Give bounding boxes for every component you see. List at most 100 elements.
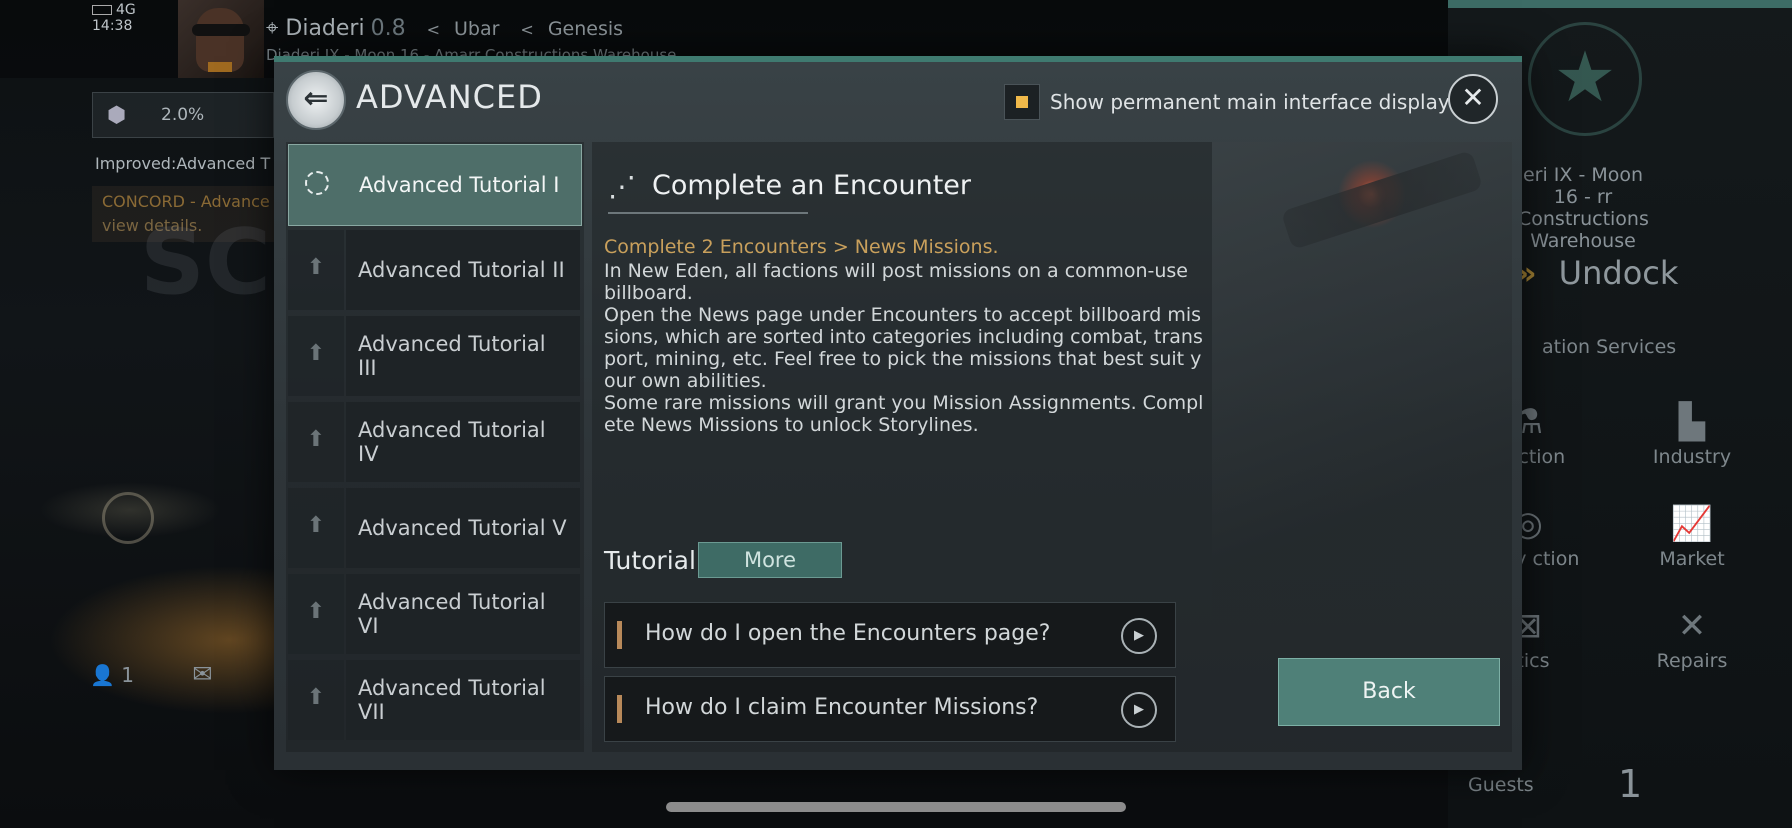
region-name: Ubar <box>454 18 500 40</box>
tutorial-label: Advanced Tutorial III <box>358 332 546 380</box>
tutorial-label-cell: Advanced Tutorial II <box>346 230 580 310</box>
station-name: eri IX - Moon 16 - rr Constructions Ware… <box>1518 164 1649 252</box>
service-tile-market[interactable]: 📈 Market <box>1632 504 1752 570</box>
dialog-title: ADVANCED <box>356 78 543 116</box>
more-button[interactable]: More <box>698 542 842 578</box>
station-panel-accent <box>1448 0 1792 8</box>
permanent-display-toggle[interactable]: Show permanent main interface display <box>1004 84 1450 120</box>
contacts-icon[interactable]: 👤 <box>90 663 115 687</box>
advanced-tutorial-dialog: ⇐ ADVANCED Show permanent main interface… <box>274 56 1522 770</box>
undock-button[interactable]: » Undock <box>1516 254 1678 292</box>
tutorial-label-cell: Advanced Tutorial V <box>346 488 580 568</box>
faq-item[interactable]: How do I claim Encounter Missions? ▶ <box>604 676 1176 742</box>
service-tile-repairs[interactable]: ✕ Repairs <box>1632 606 1752 672</box>
bottom-hud: 👤 1 ✉ <box>90 660 212 688</box>
service-tile-label: Industry <box>1652 446 1732 468</box>
tutorial-label: Advanced Tutorial V <box>358 516 567 540</box>
faq-question: How do I open the Encounters page? <box>645 621 1051 646</box>
description-text: In New Eden, all factions will post miss… <box>604 260 1204 436</box>
tutorial-item[interactable]: ⬆ Advanced Tutorial VI <box>288 574 580 654</box>
tutorial-content: ⋰ Complete an Encounter Complete 2 Encou… <box>592 142 1512 752</box>
permanent-display-label: Show permanent main interface display <box>1050 90 1450 114</box>
back-arrow-button[interactable]: ⇐ <box>286 70 346 130</box>
tutorial-list: Advanced Tutorial I ⬆ Advanced Tutorial … <box>286 142 584 752</box>
tutorial-status-cell: ⬆ <box>288 316 344 396</box>
tutorial-item[interactable]: ⬆ Advanced Tutorial III <box>288 316 580 396</box>
title-underline <box>608 212 808 214</box>
tutorial-section-label: Tutorial <box>604 546 696 575</box>
chevron-left-icon: < <box>426 20 440 39</box>
close-icon: ✕ <box>1461 81 1485 114</box>
battery-icon <box>92 5 112 15</box>
avatar-collar <box>208 62 232 72</box>
back-arrow-icon: ⇐ <box>303 81 329 116</box>
play-icon[interactable]: ▶ <box>1121 692 1157 728</box>
content-title: Complete an Encounter <box>652 170 972 201</box>
tutorial-item[interactable]: ⬆ Advanced Tutorial VII <box>288 660 580 740</box>
tutorial-status-cell: ⬆ <box>288 402 344 482</box>
factory-icon: ▙ <box>1678 402 1706 442</box>
network-label: 4G <box>116 2 136 18</box>
objective-text: Complete 2 Encounters > News Missions. <box>604 236 999 258</box>
clock: 14:38 <box>92 18 133 34</box>
encounter-network-icon: ⋰ <box>608 170 636 203</box>
wrench-icon: ✕ <box>1677 606 1707 646</box>
status-bar: 4G 14:38 <box>92 2 136 34</box>
tutorial-label: Advanced Tutorial II <box>358 258 565 282</box>
cargo-stat[interactable]: ⬢ 2.0% <box>92 92 274 138</box>
spaceship-silhouette <box>1280 150 1484 250</box>
tutorial-item[interactable]: ⬆ Advanced Tutorial IV <box>288 402 580 482</box>
location-breadcrumb[interactable]: ⌖ Diaderi 0.8 < Ubar < Genesis <box>266 16 623 41</box>
guests-count: 1 <box>1618 762 1643 806</box>
locked-icon: ⬆ <box>306 513 326 538</box>
area-name: Genesis <box>547 18 624 40</box>
service-tile-label: Repairs <box>1656 650 1728 672</box>
chevron-left-icon: < <box>520 20 534 39</box>
tutorial-label: Advanced Tutorial VI <box>358 590 546 638</box>
avatar[interactable] <box>178 0 264 78</box>
background-text: SC <box>140 210 271 315</box>
tutorial-status-cell: ⬆ <box>288 660 344 740</box>
faq-item[interactable]: How do I open the Encounters page? ▶ <box>604 602 1176 668</box>
permanent-display-checkbox[interactable] <box>1004 84 1040 120</box>
map-pin-icon: ⌖ <box>266 16 279 41</box>
tutorial-label-cell: Advanced Tutorial VII <box>346 660 580 740</box>
in-progress-icon <box>305 171 329 195</box>
tutorial-item[interactable]: Advanced Tutorial I <box>288 144 582 226</box>
back-button[interactable]: Back <box>1278 658 1500 726</box>
faq-question: How do I claim Encounter Missions? <box>645 695 1039 720</box>
service-tile-industry[interactable]: ▙ Industry <box>1632 402 1752 468</box>
tutorial-item[interactable]: ⬆ Advanced Tutorial V <box>288 488 580 568</box>
tutorial-label-cell: Advanced Tutorial III <box>346 316 580 396</box>
close-button[interactable]: ✕ <box>1448 74 1498 124</box>
tutorial-label: Advanced Tutorial I <box>359 173 560 197</box>
security-status: 0.8 <box>370 16 406 41</box>
tutorial-label-cell: Advanced Tutorial VI <box>346 574 580 654</box>
concord-line-1: CONCORD - Advance <box>102 192 270 211</box>
locked-icon: ⬆ <box>306 341 326 366</box>
cargo-value: 2.0% <box>161 105 205 125</box>
avatar-goggles <box>192 24 250 36</box>
tutorial-status-cell: ⬆ <box>288 574 344 654</box>
faq-accent-bar <box>617 695 622 723</box>
tutorial-status-cell <box>289 145 345 225</box>
home-indicator[interactable] <box>666 802 1126 812</box>
undock-label: Undock <box>1558 254 1679 292</box>
faction-emblem-icon: ★ <box>1528 22 1642 136</box>
cube-icon: ⬢ <box>107 103 127 128</box>
tutorial-status-cell: ⬆ <box>288 230 344 310</box>
tutorial-label-cell: Advanced Tutorial I <box>347 145 581 225</box>
locked-icon: ⬆ <box>306 599 326 624</box>
tutorial-item[interactable]: ⬆ Advanced Tutorial II <box>288 230 580 310</box>
locked-icon: ⬆ <box>306 255 326 280</box>
contacts-count: 1 <box>121 663 134 687</box>
play-icon[interactable]: ▶ <box>1121 618 1157 654</box>
station-services-label: ation Services <box>1542 336 1677 358</box>
chart-icon: 📈 <box>1670 504 1714 544</box>
mail-icon[interactable]: ✉ <box>192 660 212 688</box>
background-ring-icon <box>102 492 154 544</box>
improved-notice: Improved:Advanced T <box>95 154 271 173</box>
tutorial-label-cell: Advanced Tutorial IV <box>346 402 580 482</box>
system-name: Diaderi <box>285 16 365 41</box>
locked-icon: ⬆ <box>306 685 326 710</box>
